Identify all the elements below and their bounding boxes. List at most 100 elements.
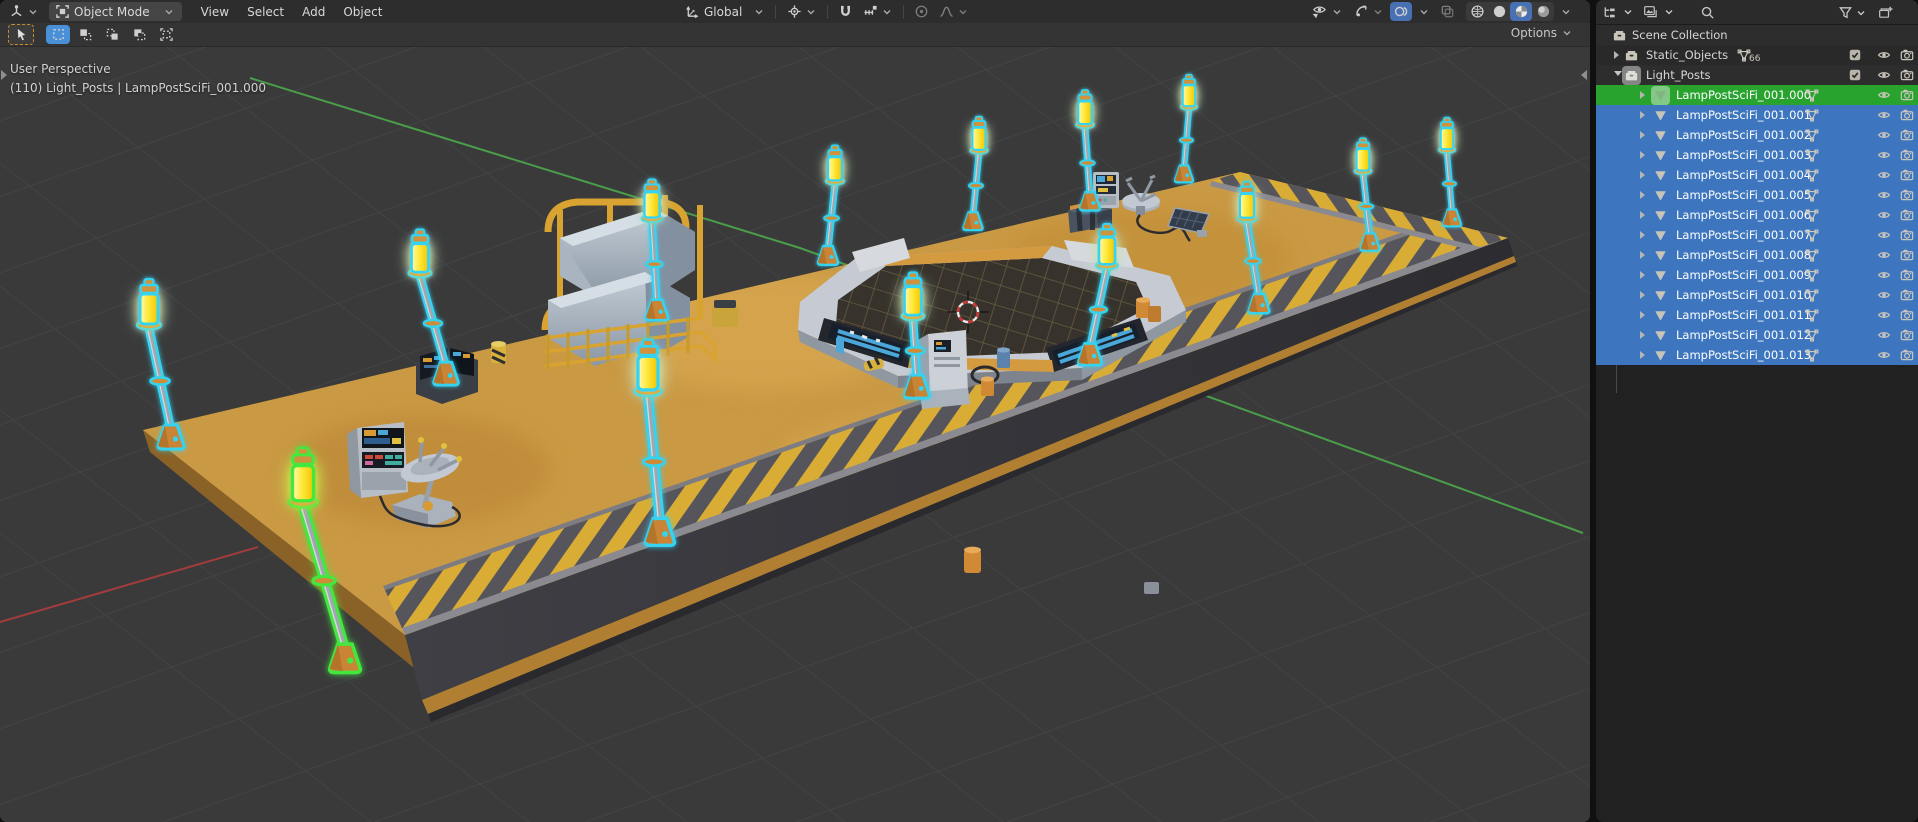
expand-arrow[interactable] — [1640, 91, 1645, 99]
camera-icon[interactable] — [1900, 188, 1914, 202]
menu-add[interactable]: Add — [293, 2, 334, 22]
eye-icon[interactable] — [1877, 208, 1891, 222]
eye-icon[interactable] — [1877, 148, 1891, 162]
outliner-row[interactable]: LampPostSciFi_001.011 — [1596, 305, 1918, 325]
outliner-row[interactable]: LampPostSciFi_001.006 — [1596, 205, 1918, 225]
mode-dropdown[interactable]: Object Mode — [49, 2, 182, 21]
camera-icon[interactable] — [1900, 228, 1914, 242]
expand-arrow[interactable] — [1640, 171, 1645, 179]
row-type-icon[interactable] — [1653, 248, 1668, 263]
eye-icon[interactable] — [1877, 248, 1891, 262]
checkbox-icon[interactable] — [1848, 48, 1862, 62]
overlays-toggle[interactable] — [1390, 2, 1412, 21]
active-tool-tweak-button[interactable] — [8, 24, 34, 45]
search-icon[interactable] — [1700, 5, 1715, 20]
camera-icon[interactable] — [1900, 348, 1914, 362]
row-type-icon[interactable] — [1653, 188, 1668, 203]
row-type-icon[interactable] — [1653, 88, 1668, 103]
shading-material-button[interactable] — [1510, 2, 1532, 21]
select-mode-set-button[interactable] — [46, 25, 70, 44]
row-type-icon[interactable] — [1653, 128, 1668, 143]
eye-icon[interactable] — [1877, 188, 1891, 202]
expand-arrow[interactable] — [1640, 231, 1645, 239]
proportional-falloff-dropdown[interactable] — [934, 2, 973, 21]
row-type-icon[interactable] — [1653, 108, 1668, 123]
camera-icon[interactable] — [1900, 68, 1914, 82]
row-type-icon[interactable] — [1653, 228, 1668, 243]
expand-arrow[interactable] — [1640, 111, 1645, 119]
row-type-icon[interactable] — [1653, 268, 1668, 283]
3d-viewport[interactable]: Object Mode View Select Add Object Globa… — [0, 0, 1590, 822]
options-dropdown[interactable]: Options — [1511, 26, 1572, 40]
outliner-row[interactable]: LampPostSciFi_001.005 — [1596, 185, 1918, 205]
generator-box[interactable] — [712, 305, 738, 327]
checkbox-icon[interactable] — [1848, 68, 1862, 82]
expand-arrow[interactable] — [1640, 151, 1645, 159]
barrel-striped[interactable] — [491, 341, 506, 363]
outliner-row[interactable]: LampPostSciFi_001.012 — [1596, 325, 1918, 345]
menu-object[interactable]: Object — [334, 2, 391, 22]
editor-type-button[interactable] — [4, 2, 43, 21]
camera-icon[interactable] — [1900, 328, 1914, 342]
outliner-row[interactable]: Light_Posts — [1596, 65, 1918, 85]
science-console[interactable] — [347, 422, 408, 498]
expand-arrow[interactable] — [1640, 291, 1645, 299]
orientation-dropdown[interactable]: Global — [680, 2, 769, 21]
shading-solid-button[interactable] — [1488, 2, 1510, 21]
menu-select[interactable]: Select — [238, 2, 293, 22]
pivot-point-dropdown[interactable] — [782, 2, 821, 21]
outliner-row[interactable]: LampPostSciFi_001.009 — [1596, 265, 1918, 285]
sidebar-expand-arrow[interactable] — [1581, 70, 1587, 80]
row-type-icon[interactable] — [1653, 308, 1668, 323]
eye-icon[interactable] — [1877, 288, 1891, 302]
eye-icon[interactable] — [1877, 48, 1891, 62]
xray-toggle[interactable] — [1436, 2, 1458, 21]
camera-icon[interactable] — [1900, 168, 1914, 182]
camera-icon[interactable] — [1900, 268, 1914, 282]
object-visibility-dropdown[interactable] — [1305, 2, 1347, 21]
outliner-row[interactable]: LampPostSciFi_001.003 — [1596, 145, 1918, 165]
eye-icon[interactable] — [1877, 228, 1891, 242]
expand-arrow[interactable] — [1614, 51, 1619, 59]
eye-icon[interactable] — [1877, 268, 1891, 282]
expand-arrow[interactable] — [1640, 131, 1645, 139]
expand-arrow[interactable] — [1640, 191, 1645, 199]
camera-icon[interactable] — [1900, 248, 1914, 262]
eye-icon[interactable] — [1877, 128, 1891, 142]
eye-icon[interactable] — [1877, 108, 1891, 122]
select-mode-intersect-button[interactable] — [154, 25, 178, 44]
select-mode-extend-button[interactable] — [73, 25, 97, 44]
outliner-row[interactable]: LampPostSciFi_001.002 — [1596, 125, 1918, 145]
camera-icon[interactable] — [1900, 48, 1914, 62]
camera-icon[interactable] — [1900, 88, 1914, 102]
outliner-row[interactable]: Scene Collection — [1596, 25, 1918, 45]
shading-dropdown[interactable] — [1556, 5, 1576, 19]
select-mode-invert-button[interactable] — [127, 25, 151, 44]
eye-icon[interactable] — [1877, 328, 1891, 342]
expand-arrow[interactable] — [1640, 271, 1645, 279]
row-type-icon[interactable] — [1653, 148, 1668, 163]
filter-icon[interactable] — [1838, 5, 1853, 20]
shading-rendered-button[interactable] — [1532, 2, 1554, 21]
outliner-row[interactable]: LampPostSciFi_001.010 — [1596, 285, 1918, 305]
eye-icon[interactable] — [1877, 88, 1891, 102]
snap-toggle[interactable] — [834, 2, 856, 21]
menu-view[interactable]: View — [192, 2, 238, 22]
toolbar-expand-arrow[interactable] — [1, 70, 7, 80]
row-type-icon[interactable] — [1653, 328, 1668, 343]
outliner-row[interactable]: LampPostSciFi_001.004 — [1596, 165, 1918, 185]
expand-arrow[interactable] — [1640, 311, 1645, 319]
camera-icon[interactable] — [1900, 108, 1914, 122]
expand-arrow[interactable] — [1640, 211, 1645, 219]
camera-icon[interactable] — [1900, 148, 1914, 162]
scene-canvas[interactable] — [0, 0, 1590, 822]
camera-icon[interactable] — [1900, 288, 1914, 302]
outliner-row[interactable]: LampPostSciFi_001.007 — [1596, 225, 1918, 245]
outliner-row[interactable]: LampPostSciFi_001.001 — [1596, 105, 1918, 125]
eye-icon[interactable] — [1877, 348, 1891, 362]
row-type-icon[interactable] — [1653, 208, 1668, 223]
outliner-row[interactable]: LampPostSciFi_001.013 — [1596, 345, 1918, 365]
proportional-edit-toggle[interactable] — [910, 2, 932, 21]
row-type-icon[interactable] — [1624, 68, 1639, 83]
expand-arrow[interactable] — [1640, 251, 1645, 259]
